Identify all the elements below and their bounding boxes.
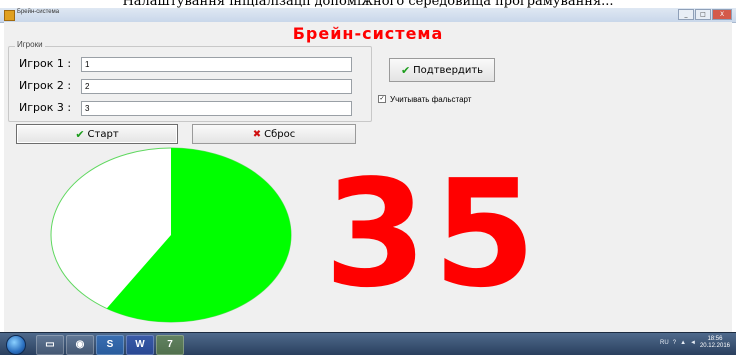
player-2-label: Игрок 2 : — [19, 79, 72, 92]
window-title: Брейн-система — [17, 9, 60, 15]
clock[interactable]: 18:56 20.12.2016 — [700, 336, 730, 350]
false-start-label: Учитывать фальстарт — [390, 94, 472, 104]
false-start-option[interactable]: ✓ Учитывать фальстарт — [378, 93, 471, 105]
taskbar: ▭ ◉ S W 7 RU ? ▲ ◄ 18:56 20.12.2016 — [0, 332, 736, 355]
minimize-button[interactable]: _ — [678, 9, 694, 20]
maximize-button[interactable]: □ — [695, 9, 711, 20]
skype-taskbar-icon[interactable]: S — [96, 335, 124, 355]
player-1-input[interactable]: 1 — [81, 57, 352, 72]
start-button[interactable]: ✔ Старт — [16, 124, 178, 144]
network-icon[interactable]: ▲ — [680, 340, 686, 346]
start-button-label: Старт — [87, 128, 119, 140]
page-title: Брейн-система — [292, 24, 444, 43]
check-icon: ✔ — [400, 63, 411, 77]
confirm-button[interactable]: ✔ Подтвердить — [389, 58, 495, 82]
player-3-input[interactable]: 3 — [81, 101, 352, 116]
check-icon: ✔ — [75, 127, 85, 141]
player-1-label: Игрок 1 : — [19, 57, 72, 70]
close-button[interactable]: X — [712, 9, 732, 20]
reset-button-label: Сброс — [264, 128, 296, 140]
cross-icon: ✖ — [252, 128, 262, 140]
browser-taskbar-icon[interactable]: ◉ — [66, 335, 94, 355]
clock-date: 20.12.2016 — [699, 343, 730, 349]
false-start-checkbox[interactable]: ✓ — [378, 95, 386, 103]
app-icon — [4, 10, 15, 21]
players-group: Игроки Игрок 1 : 1 Игрок 2 : 2 Игрок 3 :… — [8, 40, 372, 122]
reset-button[interactable]: ✖ Сброс — [192, 124, 356, 144]
volume-icon[interactable]: ◄ — [690, 340, 696, 346]
help-icon[interactable]: ? — [673, 340, 676, 346]
language-indicator[interactable]: RU — [660, 340, 669, 346]
window-controls: _ □ X — [678, 9, 732, 20]
timer-pie — [48, 146, 294, 324]
player-2-input[interactable]: 2 — [81, 79, 352, 94]
start-menu-icon[interactable] — [6, 335, 26, 355]
player-3-label: Игрок 3 : — [19, 101, 72, 114]
clock-time: 18:56 — [707, 336, 723, 342]
timer-pie-svg — [50, 147, 292, 323]
score-display: 35 — [324, 148, 542, 320]
players-group-label: Игроки — [15, 40, 45, 49]
confirm-button-label: Подтвердить — [413, 64, 484, 76]
app-client-area: Брейн-система Игроки Игрок 1 : 1 Игрок 2… — [4, 22, 732, 332]
program-taskbar-icon[interactable]: 7 — [156, 335, 184, 355]
word-taskbar-icon[interactable]: W — [126, 335, 154, 355]
window-titlebar[interactable]: Брейн-система _ □ X — [0, 8, 736, 23]
explorer-taskbar-icon[interactable]: ▭ — [36, 335, 64, 355]
system-tray: RU ? ▲ ◄ 18:56 20.12.2016 — [660, 336, 730, 350]
